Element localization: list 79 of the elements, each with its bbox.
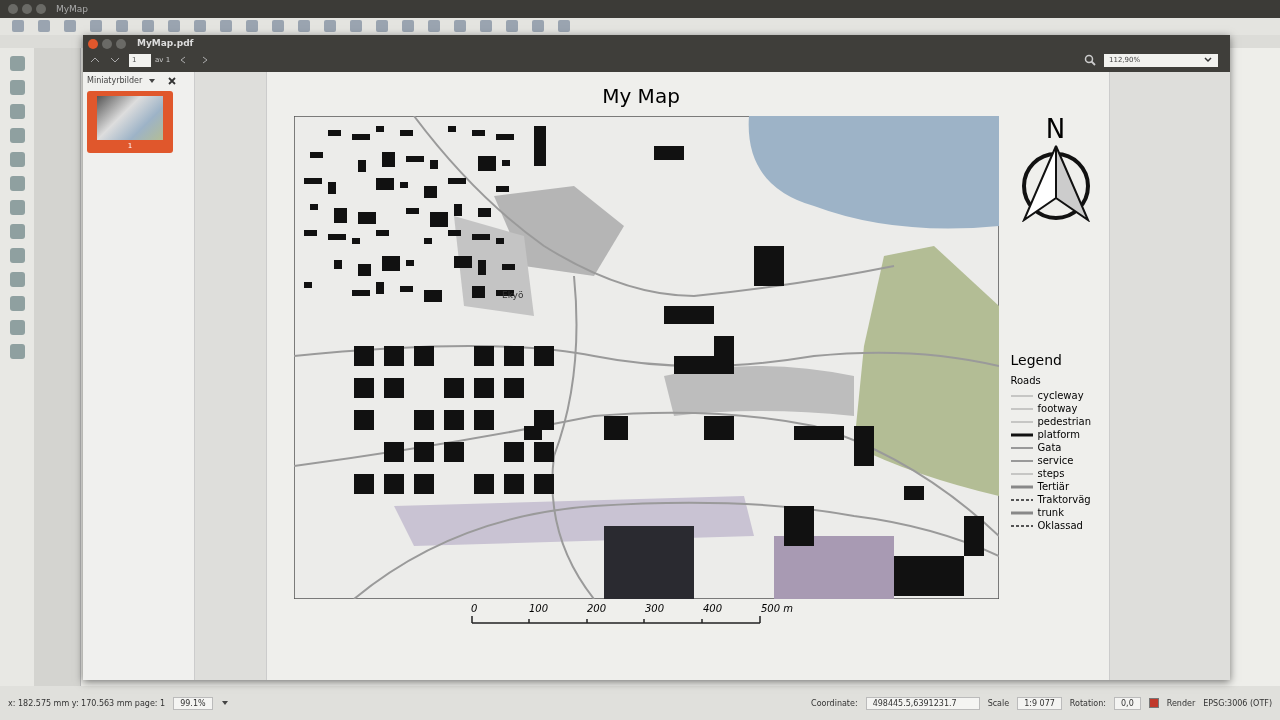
scale-label: 400: [703, 603, 724, 614]
map-tool-icon[interactable]: [9, 56, 25, 71]
north-label: N: [1045, 116, 1066, 142]
legend-item-label: footway: [1037, 403, 1078, 414]
scale-label: 0: [471, 603, 479, 614]
scale-label: 500 m: [761, 603, 794, 614]
toolbar-tool-icon[interactable]: [454, 20, 466, 32]
scale-label: 200: [587, 603, 608, 614]
toolbar-tool-icon[interactable]: [480, 20, 492, 32]
legend-item-label: Traktorväg: [1037, 494, 1091, 505]
down-chevron-icon[interactable]: [109, 55, 121, 65]
map-tool-icon[interactable]: [9, 200, 25, 215]
caret-icon[interactable]: [220, 700, 229, 706]
legend-item-label: platform: [1037, 429, 1080, 440]
toolbar-tool-icon[interactable]: [402, 20, 414, 32]
coordinate-label: Coordinate:: [811, 698, 858, 708]
legend-item-label: steps: [1037, 468, 1065, 479]
legend-title: Legend: [1010, 352, 1063, 368]
scale-label: 300: [645, 603, 666, 614]
toolbar-tool-icon[interactable]: [38, 20, 50, 32]
scale-label: Scale: [987, 698, 1010, 708]
legend-item-label: service: [1037, 455, 1074, 466]
map-tool-icon[interactable]: [9, 152, 25, 167]
map-tool-icon[interactable]: [9, 104, 25, 119]
window-title: MyMap: [56, 4, 89, 14]
search-icon[interactable]: [1084, 54, 1096, 66]
map-tool-icon[interactable]: [9, 80, 25, 95]
toolbar-tool-icon[interactable]: [116, 20, 128, 32]
map-tool-icon[interactable]: [9, 320, 25, 335]
toolbar-tool-icon[interactable]: [194, 20, 206, 32]
legend-item-label: pedestrian: [1037, 416, 1091, 427]
scale-label: 100: [529, 603, 550, 614]
map-tool-icon[interactable]: [9, 344, 25, 359]
toolbar-tool-icon[interactable]: [272, 20, 284, 32]
toolbar-tool-icon[interactable]: [506, 20, 518, 32]
toolbar-tool-icon[interactable]: [246, 20, 258, 32]
legend-item-label: cycleway: [1037, 390, 1084, 401]
window-title: MyMap.pdf: [137, 37, 195, 49]
rotation-label: Rotation:: [1069, 698, 1106, 708]
toolbar-tool-icon[interactable]: [532, 20, 544, 32]
scale-field[interactable]: 1:9 077: [1017, 696, 1062, 710]
legend-item-label: Oklassad: [1037, 520, 1083, 531]
toolbar-tool-icon[interactable]: [64, 20, 76, 32]
crs-label[interactable]: EPSG:3006 (OTF): [1203, 698, 1272, 708]
toolbar-tool-icon[interactable]: [428, 20, 440, 32]
render-checkbox[interactable]: [1148, 698, 1159, 708]
map-place-label: Ekyö: [501, 290, 523, 300]
map-title: My Map: [601, 84, 681, 108]
rotation-field[interactable]: 0,0: [1114, 696, 1141, 710]
toolbar-tool-icon[interactable]: [298, 20, 310, 32]
toolbar-tool-icon[interactable]: [168, 20, 180, 32]
toolbar-tool-icon[interactable]: [350, 20, 362, 32]
map-tool-icon[interactable]: [9, 248, 25, 263]
legend-item-label: Tertiär: [1037, 481, 1070, 492]
coordinate-field[interactable]: 498445.5,6391231.7: [865, 696, 980, 710]
legend-item-label: trunk: [1037, 507, 1064, 518]
sidebar-title[interactable]: Miniatyrbilder: [87, 76, 143, 85]
close-icon[interactable]: [168, 76, 177, 85]
toolbar-tool-icon[interactable]: [142, 20, 154, 32]
legend-group-label: Roads: [1010, 375, 1042, 386]
map-tool-icon[interactable]: [9, 272, 25, 287]
toolbar-tool-icon[interactable]: [12, 20, 24, 32]
toolbar-tool-icon[interactable]: [220, 20, 232, 32]
map-tool-icon[interactable]: [9, 224, 25, 239]
map-tool-icon[interactable]: [9, 176, 25, 191]
thumbnail-preview: [97, 96, 163, 140]
map-tool-icon[interactable]: [9, 128, 25, 143]
caret-icon: [1203, 56, 1213, 64]
render-label: Render: [1166, 698, 1196, 708]
up-chevron-icon[interactable]: [89, 55, 101, 65]
legend-item-label: Gata: [1037, 442, 1062, 453]
caret-icon[interactable]: [148, 77, 157, 84]
toolbar-tool-icon[interactable]: [376, 20, 388, 32]
map-tool-icon[interactable]: [9, 296, 25, 311]
toolbar-tool-icon[interactable]: [324, 20, 336, 32]
zoom-dropdown[interactable]: 99.1%: [173, 696, 213, 710]
toolbar-tool-icon[interactable]: [90, 20, 102, 32]
toolbar-tool-icon[interactable]: [558, 20, 570, 32]
cursor-coordinates: x: 182.575 mm y: 170.563 mm page: 1: [8, 698, 166, 708]
